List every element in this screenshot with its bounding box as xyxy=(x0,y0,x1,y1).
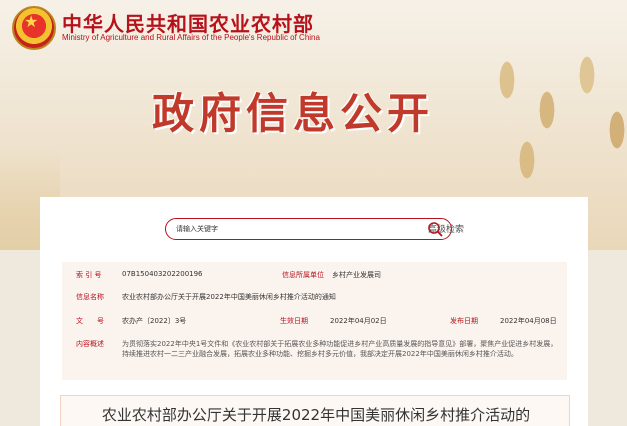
ministry-name-en: Ministry of Agriculture and Rural Affair… xyxy=(62,33,320,42)
section-title: 政府信息公开 xyxy=(152,89,435,138)
owner-value: 乡村产业发展司 xyxy=(332,271,381,279)
doc-number-label: 文 号 xyxy=(76,317,104,325)
advanced-search-link[interactable]: 高级检索 xyxy=(428,222,464,235)
name-label: 信息名称 xyxy=(76,293,104,301)
summary-text: 为贯彻落实2022年中央1号文件和《农业农村部关于拓展农业多种功能促进乡村产业高… xyxy=(122,340,558,358)
publish-date-label: 发布日期 xyxy=(450,317,478,325)
article-header: 农业农村部办公厅关于开展2022年中国美丽休闲乡村推介活动的 xyxy=(60,395,570,426)
search-box[interactable] xyxy=(165,218,452,240)
index-label: 索 引 号 xyxy=(76,271,102,279)
article-title: 农业农村部办公厅关于开展2022年中国美丽休闲乡村推介活动的 xyxy=(101,406,531,424)
content-panel: 高级检索 索 引 号 07B150403202200196 信息所属单位 乡村产… xyxy=(40,197,588,426)
star-icon: ★ xyxy=(24,12,39,31)
effective-date-label: 生效日期 xyxy=(280,317,308,325)
name-value: 农业农村部办公厅关于开展2022年中国美丽休闲乡村推介活动的通知 xyxy=(122,293,336,301)
publish-date-value: 2022年04月08日 xyxy=(500,317,557,325)
index-value: 07B150403202200196 xyxy=(122,270,203,278)
doc-number-value: 农办产〔2022〕3号 xyxy=(122,317,187,325)
summary-label: 内容概述 xyxy=(76,340,104,348)
metadata-table: 索 引 号 07B150403202200196 信息所属单位 乡村产业发展司 … xyxy=(62,262,567,380)
effective-date-value: 2022年04月02日 xyxy=(330,317,387,325)
search-input[interactable] xyxy=(176,221,416,237)
owner-label: 信息所属单位 xyxy=(282,271,324,279)
